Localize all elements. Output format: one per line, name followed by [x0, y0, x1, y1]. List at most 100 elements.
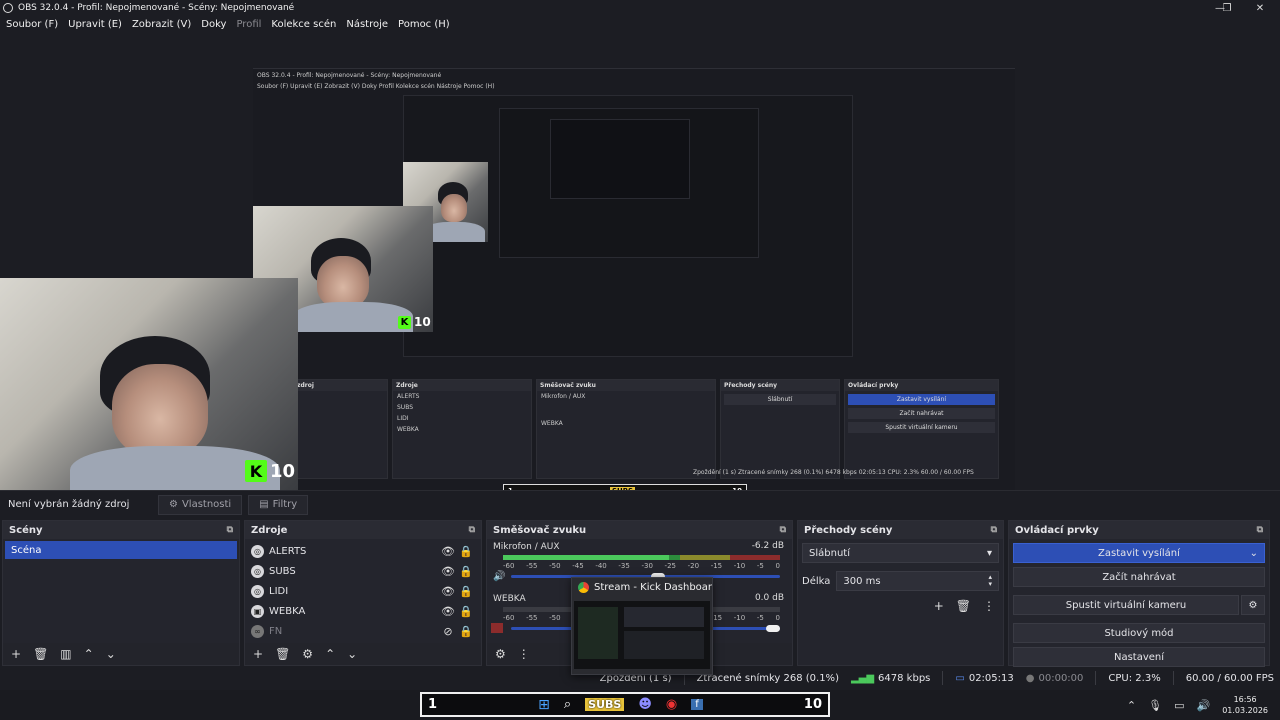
browser-source-icon: ◎ [251, 564, 264, 578]
browser-source-icon: ◎ [251, 584, 264, 598]
chevron-down-icon[interactable]: ⌄ [1250, 548, 1258, 559]
meter-tick-label: 0 [775, 614, 780, 622]
meter-tick-label: -5 [756, 562, 764, 570]
move-down-icon[interactable]: ⌄ [106, 647, 116, 661]
spin-arrows-icon[interactable]: ▴ ▾ [988, 574, 992, 588]
tray-chevron-icon[interactable]: ⌃ [1127, 699, 1136, 712]
meter-ticks: -60-55-50-45-40-35-30-25-20-15-10-50 [503, 562, 780, 570]
nested-controls-dock: Ovládací prvky Zastavit vysílání Začít n… [844, 379, 999, 479]
nested-preview-3 [499, 108, 759, 258]
delete-transition-icon[interactable]: 🗑 [956, 599, 971, 613]
eye-icon[interactable]: 👁 [439, 545, 457, 558]
virtual-camera-settings-icon[interactable]: ⚙ [1241, 595, 1265, 615]
muted-speaker-icon[interactable] [491, 623, 503, 633]
discord-icon[interactable]: ☻ [638, 697, 652, 712]
undock-icon[interactable]: ⧉ [1257, 525, 1263, 535]
preview-area[interactable]: OBS 32.0.4 - Profil: Nepojmenované - Scé… [0, 32, 1280, 502]
menu-file[interactable]: Soubor (F) [6, 19, 58, 30]
kick-viewer-count: 10 [270, 460, 296, 482]
scene-filters-icon[interactable]: ▥ [60, 647, 71, 661]
volume-icon[interactable]: 🔊 [1196, 699, 1210, 712]
speaker-icon[interactable]: 🔊 [493, 571, 505, 582]
chrome-taskbar-icon[interactable]: ◉ [666, 697, 677, 712]
move-up-icon[interactable]: ⌃ [325, 647, 335, 661]
clock[interactable]: 16:56 01.03.2026 [1222, 694, 1268, 716]
source-item[interactable]: ◎ LIDI 👁 🔒 [245, 581, 481, 601]
link-source-icon: ∞ [251, 624, 264, 638]
nested-transitions-dock: Přechody scény Slábnutí [720, 379, 840, 479]
add-scene-icon[interactable]: + [11, 647, 21, 661]
nested-sources-title: Zdroje [393, 380, 531, 391]
menu-docks[interactable]: Doky [201, 19, 226, 30]
nested-sources-dock: Zdroje ALERTS SUBS LIDI WEBKA [392, 379, 532, 479]
eye-hidden-icon[interactable]: ⊘ [439, 625, 457, 638]
close-button[interactable]: ✕ [1240, 0, 1280, 16]
meter-tick-label: -60 [503, 614, 515, 622]
meter-tick-label: -45 [572, 562, 584, 570]
kick-badge-small: K 10 [398, 315, 431, 329]
menu-view[interactable]: Zobrazit (V) [132, 19, 191, 30]
undock-icon[interactable]: ⧉ [780, 525, 786, 535]
filter-icon: ▤ [259, 499, 269, 510]
nested-mixer-ch: WEBKA [541, 420, 563, 427]
eye-icon[interactable]: 👁 [439, 585, 457, 598]
undock-icon[interactable]: ⧉ [991, 525, 997, 535]
properties-button[interactable]: ⚙ Vlastnosti [158, 494, 243, 515]
taskbar-preview-popup[interactable]: Stream - Kick Dashboar... [571, 577, 713, 675]
source-item[interactable]: ∞ FN ⊘ 🔒 [245, 621, 481, 641]
source-item[interactable]: ◎ ALERTS 👁 🔒 [245, 541, 481, 561]
volume-knob[interactable] [766, 625, 780, 632]
scene-item[interactable]: Scéna [5, 541, 237, 559]
filters-button[interactable]: ▤ Filtry [248, 494, 309, 515]
undock-icon[interactable]: ⧉ [469, 525, 475, 535]
more-options-icon[interactable]: ⋮ [983, 599, 995, 613]
meter-tick-label: -25 [664, 562, 676, 570]
studio-mode-button[interactable]: Studiový mód [1013, 623, 1265, 643]
move-down-icon[interactable]: ⌄ [347, 647, 357, 661]
delete-source-icon[interactable]: 🗑 [275, 647, 290, 661]
popup-title-text: Stream - Kick Dashboar... [594, 582, 712, 593]
menu-profile[interactable]: Profil [236, 19, 261, 30]
record-icon: ● [1025, 672, 1035, 684]
stop-stream-button[interactable]: Zastavit vysílání ⌄ [1013, 543, 1265, 563]
start-recording-button[interactable]: Začít nahrávat [1013, 567, 1265, 587]
search-icon[interactable]: ⌕ [564, 697, 571, 712]
source-item[interactable]: ▣ WEBKA 👁 🔒 [245, 601, 481, 621]
lock-icon[interactable]: 🔒 [457, 545, 475, 558]
menu-scene-collection[interactable]: Kolekce scén [271, 19, 336, 30]
advanced-audio-icon[interactable]: ⚙ [495, 647, 506, 661]
network-icon[interactable]: ▭ [1174, 699, 1184, 712]
menu-edit[interactable]: Upravit (E) [68, 19, 122, 30]
window-thumbnail[interactable] [574, 601, 710, 669]
lock-icon[interactable]: 🔒 [457, 605, 475, 618]
subs-app-icon[interactable]: SUBS [585, 698, 625, 711]
meter-tick-label: -55 [526, 614, 538, 622]
source-item[interactable]: ◎ SUBS 👁 🔒 [245, 561, 481, 581]
virtual-camera-button[interactable]: Spustit virtuální kameru [1013, 595, 1239, 615]
chrome-icon [578, 582, 589, 593]
settings-button[interactable]: Nastavení [1013, 647, 1265, 667]
nested-controls-title: Ovládací prvky [845, 380, 998, 391]
undock-icon[interactable]: ⧉ [227, 525, 233, 535]
lock-icon[interactable]: 🔒 [457, 565, 475, 578]
move-up-icon[interactable]: ⌃ [84, 647, 94, 661]
source-settings-icon[interactable]: ⚙ [302, 647, 313, 661]
menu-tools[interactable]: Nástroje [346, 19, 388, 30]
add-transition-icon[interactable]: + [934, 599, 944, 613]
lock-icon[interactable]: 🔒 [457, 625, 475, 638]
delete-scene-icon[interactable]: 🗑 [33, 647, 48, 661]
app-f-icon[interactable]: f [691, 699, 703, 710]
add-source-icon[interactable]: + [253, 647, 263, 661]
menu-help[interactable]: Pomoc (H) [398, 19, 450, 30]
more-options-icon[interactable]: ⋮ [518, 647, 530, 661]
scenes-title: Scény [9, 524, 43, 536]
transition-dropdown[interactable]: Slábnutí ▾ [802, 543, 999, 563]
lock-icon[interactable]: 🔒 [457, 585, 475, 598]
eye-icon[interactable]: 👁 [439, 565, 457, 578]
window-title: OBS 32.0.4 - Profil: Nepojmenované - Scé… [18, 3, 295, 13]
duration-spinbox[interactable]: 300 ms ▴ ▾ [836, 571, 999, 591]
eye-icon[interactable]: 👁 [439, 605, 457, 618]
meter-tick-label: -50 [549, 614, 561, 622]
windows-start-icon[interactable]: ⊞ [538, 697, 550, 713]
microphone-icon[interactable]: 🎙 [1148, 699, 1162, 712]
